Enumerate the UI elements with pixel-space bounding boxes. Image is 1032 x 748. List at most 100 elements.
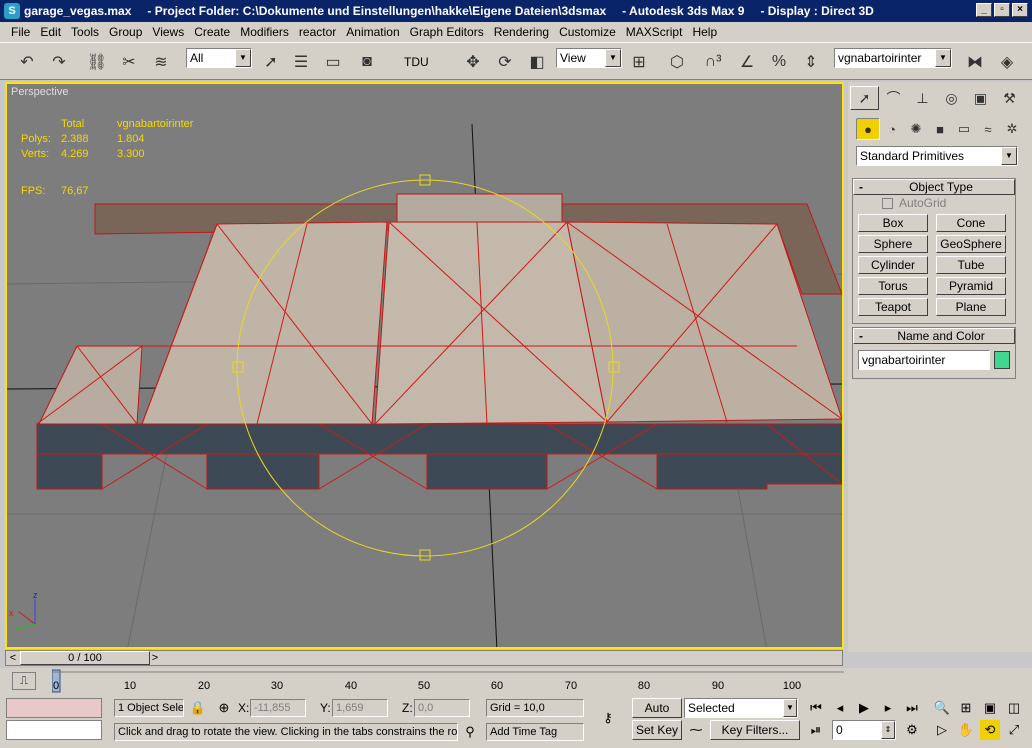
object-type-header[interactable]: - Object Type [853, 179, 1015, 195]
modify-tab-icon[interactable]: ⌒ [879, 86, 908, 110]
systems-icon[interactable]: ✲ [1000, 118, 1024, 140]
zoom-all-icon[interactable]: ⊞ [956, 698, 976, 718]
pivot-icon[interactable]: ⊞ [626, 49, 652, 75]
time-slider-thumb[interactable]: 0 / 100 [20, 651, 150, 665]
perspective-viewport[interactable]: z x Perspective Total vgnabartoirinter P… [5, 82, 844, 649]
key-mode-toggle-icon[interactable]: ⏯ [806, 720, 826, 740]
geometry-icon[interactable]: ● [856, 118, 880, 140]
geosphere-button[interactable]: GeoSphere [936, 235, 1006, 253]
percent-snap-icon[interactable]: % [766, 49, 792, 75]
select-object-icon[interactable]: ➚ [258, 49, 284, 75]
track-bar[interactable]: ⎍ 0 10 20 30 40 50 60 70 80 90 100 [0, 668, 1032, 696]
auto-key-button[interactable]: Auto Key [632, 698, 682, 733]
select-by-name-icon[interactable]: ☰ [288, 49, 314, 75]
hierarchy-tab-icon[interactable]: ⊥ [908, 86, 937, 110]
zoom-extents-icon[interactable]: ▣ [980, 698, 1000, 718]
rotate-icon[interactable]: ⟳ [492, 49, 518, 75]
create-tab-icon[interactable]: ➚ [850, 86, 879, 110]
motion-tab-icon[interactable]: ◎ [937, 86, 966, 110]
align-icon[interactable]: ◈ [994, 49, 1020, 75]
menu-tools[interactable]: Tools [66, 25, 104, 39]
time-prev-arrow[interactable]: < [6, 651, 20, 665]
field-of-view-icon[interactable]: ▷ [932, 720, 952, 740]
play-icon[interactable]: ▶ [854, 698, 874, 718]
time-config-icon[interactable]: ⚙ [902, 720, 922, 740]
lights-icon[interactable]: ✺ [904, 118, 928, 140]
menu-create[interactable]: Create [189, 25, 235, 39]
shapes-icon[interactable]: ◔ [880, 118, 904, 140]
box-button[interactable]: Box [858, 214, 928, 232]
ref-coord-dropdown[interactable]: View ▼ [556, 48, 622, 68]
time-slider[interactable]: < 0 / 100 > [5, 650, 843, 666]
cameras-icon[interactable]: ■ [928, 118, 952, 140]
display-tab-icon[interactable]: ▣ [966, 86, 995, 110]
set-key-button[interactable]: Set Key [632, 720, 682, 740]
y-coord-field[interactable]: 1,659 [332, 699, 388, 717]
tube-button[interactable]: Tube [936, 256, 1006, 274]
maxscript-listener-mini[interactable] [6, 698, 102, 718]
key-mode-dropdown[interactable]: Selected ▼ [684, 698, 798, 718]
redo-icon[interactable]: ↷ [46, 49, 72, 75]
key-filters-button[interactable]: Key Filters... [710, 720, 800, 740]
zoom-icon[interactable]: 🔍 [932, 698, 952, 718]
menu-graph-editors[interactable]: Graph Editors [405, 25, 489, 39]
minimize-button[interactable]: _ [976, 3, 992, 17]
selection-filter-dropdown[interactable]: All ▼ [186, 48, 252, 68]
absolute-mode-icon[interactable]: ⊕ [214, 698, 234, 718]
scale-icon[interactable]: ◧ [524, 49, 550, 75]
next-frame-icon[interactable]: ▸ [878, 698, 898, 718]
zoom-extents-all-icon[interactable]: ◫ [1004, 698, 1024, 718]
menu-help[interactable]: Help [687, 25, 722, 39]
time-next-arrow[interactable]: > [148, 651, 162, 665]
menu-file[interactable]: File [6, 25, 35, 39]
torus-button[interactable]: Torus [858, 277, 928, 295]
menu-views[interactable]: Views [147, 25, 189, 39]
object-name-input[interactable]: vgnabartoirinter [858, 350, 990, 370]
angle-snap-icon[interactable]: ∠ [734, 49, 760, 75]
cylinder-button[interactable]: Cylinder [858, 256, 928, 274]
menu-edit[interactable]: Edit [35, 25, 66, 39]
menu-rendering[interactable]: Rendering [489, 25, 554, 39]
go-to-end-icon[interactable]: ⏭ [902, 698, 922, 718]
undo-icon[interactable]: ↶ [14, 49, 40, 75]
autogrid-checkbox[interactable]: AutoGrid [882, 196, 946, 210]
menu-group[interactable]: Group [104, 25, 147, 39]
sphere-button[interactable]: Sphere [858, 235, 928, 253]
primitive-type-dropdown[interactable]: Standard Primitives ▼ [856, 146, 1018, 166]
object-color-swatch[interactable] [994, 351, 1010, 369]
spinner-snap-icon[interactable]: ⇕ [798, 49, 824, 75]
plane-button[interactable]: Plane [936, 298, 1006, 316]
tdu-label[interactable]: TDU [404, 55, 429, 69]
cone-button[interactable]: Cone [936, 214, 1006, 232]
menu-maxscript[interactable]: MAXScript [621, 25, 688, 39]
snap-3-icon[interactable]: ∩³ [700, 49, 726, 75]
menu-customize[interactable]: Customize [554, 25, 621, 39]
unlink-icon[interactable]: ✂ [116, 49, 142, 75]
previous-frame-icon[interactable]: ◂ [830, 698, 850, 718]
helpers-icon[interactable]: ▭ [952, 118, 976, 140]
move-icon[interactable]: ✥ [460, 49, 486, 75]
name-color-header[interactable]: - Name and Color [853, 328, 1015, 344]
mini-curve-editor-icon[interactable]: ⎍ [12, 672, 36, 690]
mirror-icon[interactable]: ⧓ [962, 49, 988, 75]
z-coord-field[interactable]: 0,0 [414, 699, 470, 717]
menu-modifiers[interactable]: Modifiers [235, 25, 294, 39]
pyramid-button[interactable]: Pyramid [936, 277, 1006, 295]
bind-space-warp-icon[interactable]: ≋ [148, 49, 174, 75]
lock-icon[interactable]: 🔒 [188, 698, 208, 718]
select-manipulate-icon[interactable]: ⬡ [664, 49, 690, 75]
frame-ruler[interactable]: 0 10 20 30 40 50 60 70 80 90 100 [52, 668, 844, 696]
teapot-button[interactable]: Teapot [858, 298, 928, 316]
maxscript-input-mini[interactable] [6, 720, 102, 740]
maximize-button[interactable]: ▫ [994, 3, 1010, 17]
window-crossing-icon[interactable]: ◙ [354, 49, 380, 75]
select-link-icon[interactable]: ⛓ [84, 49, 110, 75]
viewport-label[interactable]: Perspective [11, 86, 68, 98]
rect-region-icon[interactable]: ▭ [320, 49, 346, 75]
go-to-start-icon[interactable]: ⏮ [806, 698, 826, 718]
utilities-tab-icon[interactable]: ⚒ [995, 86, 1024, 110]
close-button[interactable]: × [1012, 3, 1028, 17]
pan-icon[interactable]: ✋ [956, 720, 976, 740]
named-selection-dropdown[interactable]: vgnabartoirinter ▼ [834, 48, 952, 68]
add-time-tag[interactable]: Add Time Tag [486, 723, 584, 741]
